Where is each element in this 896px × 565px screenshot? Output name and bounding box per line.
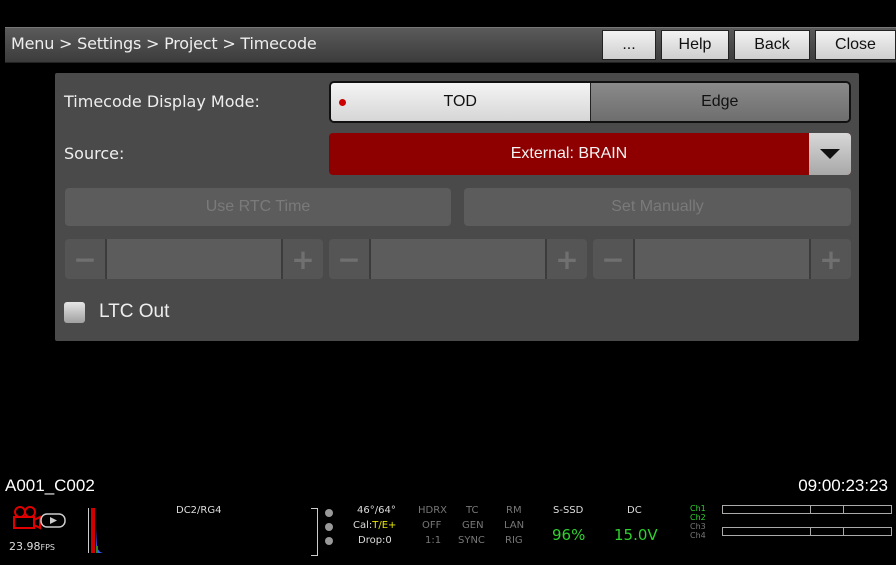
- media-remaining: 96%: [552, 526, 586, 544]
- help-button[interactable]: Help: [661, 30, 729, 60]
- display-mode-selector: TOD Edge: [329, 81, 851, 123]
- timecode-display: 09:00:23:23: [798, 476, 888, 495]
- rm-label: RM: [506, 505, 522, 516]
- status-led-3: [325, 537, 333, 545]
- power-label: DC: [627, 505, 642, 516]
- minutes-field[interactable]: [371, 239, 545, 279]
- minus-icon[interactable]: −: [65, 239, 107, 279]
- mode-option-tod[interactable]: TOD: [331, 83, 590, 121]
- seconds-stepper: − +: [593, 239, 851, 279]
- channel-1: Ch1: [690, 504, 706, 513]
- calibration-status: Cal:T/E+: [353, 520, 397, 531]
- mode-option-edge[interactable]: Edge: [589, 83, 849, 121]
- lan-value: LAN: [504, 520, 525, 531]
- status-bar: 23.98FPS DC2/RG4 46°/64° Cal:T/E+ Drop:0…: [0, 496, 896, 565]
- minus-icon[interactable]: −: [593, 239, 635, 279]
- rig-value: RIG: [505, 535, 523, 546]
- aspect-value: 1:1: [425, 535, 442, 546]
- set-manually-button[interactable]: Set Manually: [464, 188, 851, 226]
- channel-2: Ch2: [690, 513, 706, 522]
- histogram: [88, 508, 103, 553]
- minus-icon[interactable]: −: [329, 239, 371, 279]
- hours-field[interactable]: [107, 239, 281, 279]
- back-button[interactable]: Back: [734, 30, 810, 60]
- display-mode-label: Timecode Display Mode:: [64, 92, 260, 111]
- power-voltage: 15.0V: [614, 526, 658, 544]
- clip-name: A001_C002: [5, 476, 95, 495]
- channel-3: Ch3: [690, 522, 706, 531]
- mode-option-edge-label: Edge: [701, 93, 739, 110]
- plus-icon[interactable]: +: [545, 239, 587, 279]
- sensor-temp: 46°/64°: [357, 505, 396, 516]
- ltc-out-label: LTC Out: [99, 301, 170, 322]
- source-dropdown[interactable]: External: BRAIN: [329, 133, 851, 175]
- seconds-field[interactable]: [635, 239, 809, 279]
- minutes-stepper: − +: [329, 239, 587, 279]
- color-science: DC2/RG4: [176, 505, 222, 516]
- mode-option-tod-label: TOD: [443, 93, 477, 110]
- status-led-2: [325, 523, 333, 531]
- audio-meter-3-4: [722, 527, 892, 536]
- dropdown-arrow-button[interactable]: [809, 133, 851, 175]
- dropped-frames: Drop:0: [358, 535, 392, 546]
- chevron-down-icon: [820, 149, 840, 159]
- selected-indicator-icon: [339, 99, 346, 106]
- tc-label: TC: [466, 505, 479, 516]
- use-rtc-time-button[interactable]: Use RTC Time: [65, 188, 451, 226]
- sync-value: SYNC: [458, 535, 485, 546]
- fps-value: 23.98FPS: [9, 540, 56, 553]
- source-label: Source:: [64, 144, 125, 163]
- media-label: S-SSD: [553, 505, 584, 516]
- plus-icon[interactable]: +: [281, 239, 323, 279]
- timecode-panel: Timecode Display Mode: TOD Edge Source: …: [55, 73, 859, 341]
- plus-icon[interactable]: +: [809, 239, 851, 279]
- level-bracket: [311, 508, 318, 556]
- hdrx-label: HDRX: [418, 505, 448, 516]
- ltc-out-checkbox[interactable]: [64, 302, 85, 323]
- close-button[interactable]: Close: [815, 30, 896, 60]
- tc-gen-value: GEN: [462, 520, 484, 531]
- hours-stepper: − +: [65, 239, 323, 279]
- hdrx-value: OFF: [422, 520, 442, 531]
- play-icon[interactable]: [40, 513, 66, 528]
- status-led-1: [325, 509, 333, 517]
- title-bar: Menu > Settings > Project > Timecode ...…: [5, 27, 896, 63]
- audio-meter-1-2: [722, 505, 892, 514]
- source-value: External: BRAIN: [510, 145, 628, 162]
- breadcrumb: Menu > Settings > Project > Timecode: [11, 34, 317, 53]
- channel-4: Ch4: [690, 531, 706, 540]
- more-button[interactable]: ...: [602, 30, 656, 60]
